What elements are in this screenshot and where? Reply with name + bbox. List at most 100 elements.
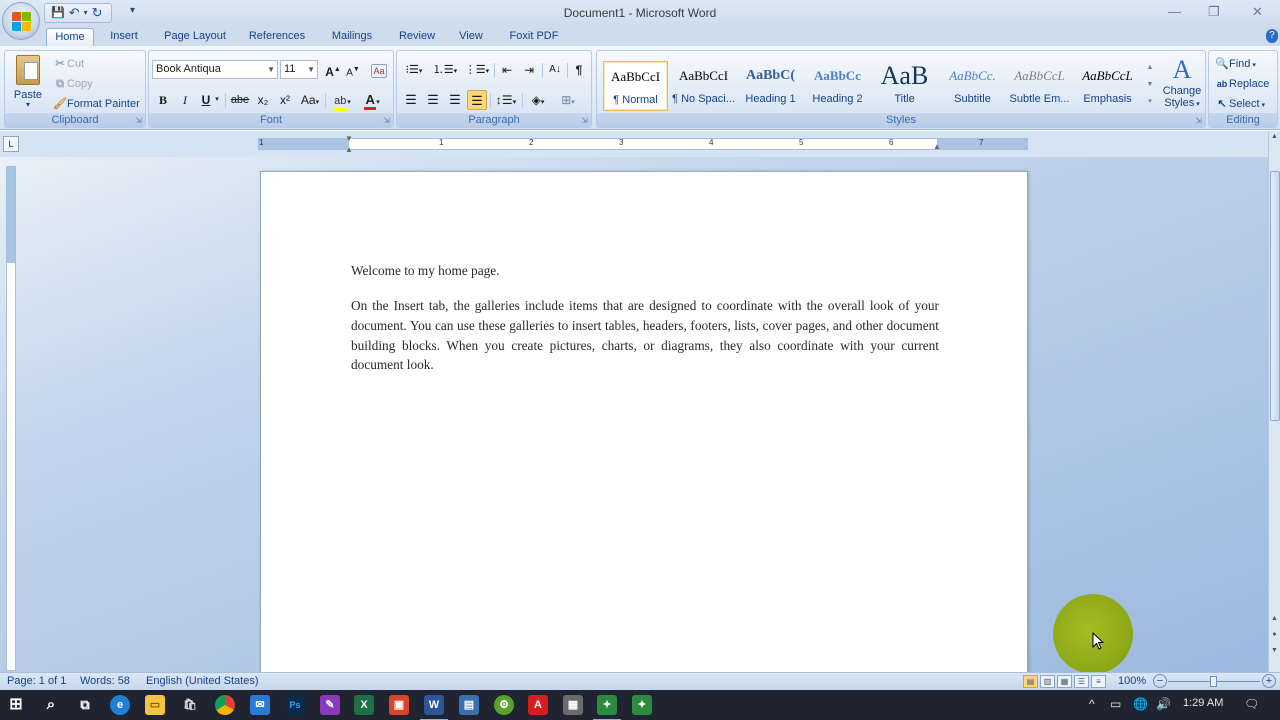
superscript-button[interactable]: x² — [276, 90, 294, 110]
edge-icon[interactable]: e — [110, 695, 130, 715]
word-icon[interactable]: W — [420, 695, 448, 720]
shading-button[interactable]: ◈▾ — [525, 90, 551, 110]
windows-start-icon[interactable]: ⊞ — [6, 695, 26, 715]
font-size-combo[interactable]: 11 ▼ — [280, 60, 318, 79]
style-no-spacing[interactable]: AaBbCcI ¶ No Spaci... — [671, 61, 736, 111]
format-painter-button[interactable]: 🖌Format Painter — [53, 96, 140, 112]
cut-button[interactable]: ✂ Cut — [53, 56, 84, 72]
tab-review[interactable]: Review — [394, 28, 440, 46]
camtasia-recorder-icon[interactable]: ✦ — [632, 695, 652, 715]
app-icon[interactable]: ▣ — [389, 695, 409, 715]
photoshop-icon[interactable]: Ps — [285, 695, 305, 715]
change-case-button[interactable]: Aa▾ — [298, 90, 322, 110]
line-spacing-button[interactable]: ↕☰▾ — [493, 90, 519, 110]
replace-button[interactable]: ab Replace — [1215, 76, 1270, 92]
battery-icon[interactable]: ▭ — [1110, 697, 1121, 711]
bullets-button[interactable]: ⁝☰▾ — [401, 60, 427, 80]
more-styles-icon[interactable]: ▾ — [1144, 93, 1156, 110]
word-count[interactable]: Words: 58 — [80, 675, 130, 687]
paint-icon[interactable]: ✎ — [320, 695, 340, 715]
chrome-icon[interactable] — [215, 695, 235, 715]
vertical-scrollbar[interactable]: ▲ ▲ ● ▼ — [1268, 131, 1280, 672]
volume-icon[interactable]: 🔊 — [1156, 697, 1171, 711]
style-heading-1[interactable]: AaBbC( Heading 1 — [738, 61, 803, 111]
scroll-down-icon[interactable]: ▼ — [1144, 76, 1156, 93]
styles-scroll-buttons[interactable]: ▲ ▼ ▾ — [1144, 59, 1156, 113]
web-layout-icon[interactable]: ▦ — [1057, 675, 1072, 688]
clear-formatting-button[interactable]: Aa — [369, 60, 389, 80]
tab-insert[interactable]: Insert — [104, 28, 144, 46]
style-heading-2[interactable]: AaBbCc Heading 2 — [805, 61, 870, 111]
office-button[interactable] — [2, 2, 40, 40]
select-browse-object-icon[interactable]: ● — [1269, 631, 1280, 638]
minimize-icon[interactable]: — — [1168, 4, 1181, 19]
center-button[interactable]: ☰ — [423, 90, 443, 110]
align-right-button[interactable]: ☰ — [445, 90, 465, 110]
left-indent-marker[interactable]: ▲ — [345, 145, 353, 154]
style-title[interactable]: AaB Title — [872, 61, 937, 111]
styles-launcher-icon[interactable]: ⇲ — [1195, 116, 1202, 125]
numbering-button[interactable]: ⒈☰▾ — [431, 60, 459, 80]
scroll-up-arrow[interactable]: ▲ — [1269, 133, 1280, 140]
underline-dropdown-icon[interactable]: ▾ — [213, 90, 221, 110]
style-emphasis[interactable]: AaBbCcL Emphasis — [1075, 61, 1140, 111]
excel-icon[interactable]: X — [354, 695, 374, 715]
style-subtitle[interactable]: AaBbCc. Subtitle — [940, 61, 1005, 111]
scrollbar-thumb[interactable] — [1270, 171, 1280, 421]
sort-button[interactable]: A↓ — [545, 60, 565, 80]
print-layout-icon[interactable]: ▤ — [1023, 675, 1038, 688]
change-styles-button[interactable]: A Change Styles ▾ — [1160, 55, 1204, 115]
tab-view[interactable]: View — [454, 28, 488, 46]
clock[interactable]: 1:29 AM — [1183, 697, 1223, 709]
style-normal[interactable]: AaBbCcI ¶ Normal — [603, 61, 668, 111]
borders-button[interactable]: ⊞▾ — [555, 90, 581, 110]
font-launcher-icon[interactable]: ⇲ — [383, 116, 390, 125]
document-paragraph[interactable]: On the Insert tab, the galleries include… — [351, 296, 939, 375]
grow-font-button[interactable]: A▲ — [324, 60, 342, 80]
justify-button[interactable]: ☰ — [467, 90, 487, 110]
acrobat-icon[interactable]: A — [528, 695, 548, 715]
show-hidden-icons[interactable]: ^ — [1089, 697, 1095, 711]
file-explorer-icon[interactable]: ▭ — [145, 695, 165, 715]
full-screen-reading-icon[interactable]: ▥ — [1040, 675, 1055, 688]
tab-selector[interactable]: L — [3, 136, 19, 152]
language-status[interactable]: English (United States) — [146, 675, 259, 687]
scroll-up-icon[interactable]: ▲ — [1144, 59, 1156, 76]
first-line-indent-marker[interactable]: ▼ — [345, 134, 353, 143]
outline-icon[interactable]: ☰ — [1074, 675, 1089, 688]
app-icon[interactable]: ⚙ — [494, 695, 514, 715]
document-heading-line[interactable]: Welcome to my home page. — [351, 261, 939, 281]
strikethrough-button[interactable]: abe — [229, 90, 251, 110]
style-subtle-emphasis[interactable]: AaBbCcL Subtle Em... — [1007, 61, 1072, 111]
tab-home[interactable]: Home — [46, 28, 94, 46]
zoom-level[interactable]: 100% — [1118, 675, 1146, 687]
bold-button[interactable]: B — [154, 90, 172, 110]
mail-icon[interactable]: ✉ — [250, 695, 270, 715]
highlight-color-button[interactable]: ab▾ — [329, 90, 355, 111]
next-page-icon[interactable]: ▼ — [1269, 647, 1280, 654]
underline-button[interactable]: U — [198, 90, 214, 110]
tab-page-layout[interactable]: Page Layout — [160, 28, 230, 46]
network-icon[interactable]: 🌐 — [1133, 697, 1148, 711]
zoom-slider-thumb[interactable] — [1210, 676, 1217, 687]
prev-page-icon[interactable]: ▲ — [1269, 615, 1280, 622]
tab-references[interactable]: References — [246, 28, 308, 46]
app-icon[interactable]: ▤ — [459, 695, 479, 715]
zoom-out-icon[interactable]: − — [1153, 674, 1167, 688]
clipboard-launcher-icon[interactable]: ⇲ — [135, 116, 142, 125]
decrease-indent-button[interactable]: ⇤ — [497, 60, 517, 80]
help-icon[interactable]: ? — [1266, 29, 1278, 43]
tab-mailings[interactable]: Mailings — [326, 28, 378, 46]
italic-button[interactable]: I — [176, 90, 194, 110]
camtasia-icon[interactable]: ✦ — [593, 695, 621, 720]
search-icon[interactable]: ⌕ — [41, 695, 61, 715]
multilevel-list-button[interactable]: ⋮☰▾ — [463, 60, 491, 80]
font-color-button[interactable]: A▾ — [359, 90, 385, 110]
paragraph-launcher-icon[interactable]: ⇲ — [581, 116, 588, 125]
draft-icon[interactable]: ≡ — [1091, 675, 1106, 688]
paste-button[interactable]: Paste ▾ — [8, 53, 48, 113]
zoom-in-icon[interactable]: + — [1262, 674, 1276, 688]
close-icon[interactable]: ✕ — [1252, 4, 1263, 20]
select-button[interactable]: ↖ Select ▾ — [1215, 96, 1265, 112]
app-icon[interactable]: ▦ — [563, 695, 583, 715]
